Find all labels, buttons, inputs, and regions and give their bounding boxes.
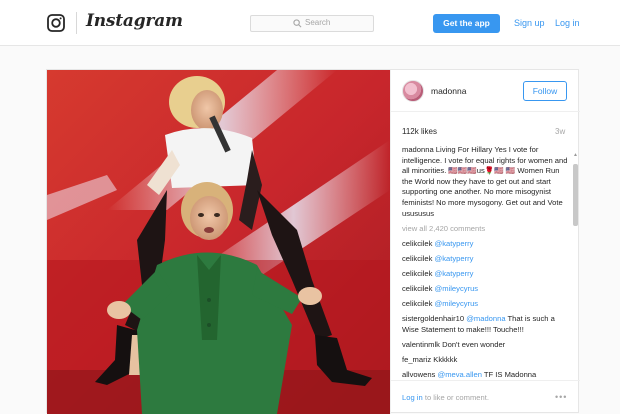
post-footer: Log in to like or comment. ••• [391, 380, 580, 414]
comment-username[interactable]: sistergoldenhair10 [402, 314, 464, 323]
logo-divider [76, 12, 77, 34]
post-photo[interactable] [47, 70, 390, 414]
more-options-icon[interactable]: ••• [555, 392, 567, 402]
list-item: sistergoldenhair10 @madonna That is such… [402, 314, 570, 335]
list-item: fe_mariz Kkkkkk [402, 355, 570, 366]
comment-text: Kkkkkk [433, 355, 458, 364]
comment-username[interactable]: fe_mariz [402, 355, 431, 364]
footer-log-in-link[interactable]: Log in [402, 393, 423, 402]
follow-button[interactable]: Follow [523, 81, 567, 101]
list-item: celikcilek @katyperry [402, 269, 570, 280]
get-the-app-button[interactable]: Get the app [433, 14, 500, 33]
log-in-link[interactable]: Log in [555, 18, 580, 28]
comment-username[interactable]: valentinmlk [402, 340, 440, 349]
likes-count[interactable]: 112k likes [402, 127, 437, 136]
comment-username[interactable]: celikcilek [402, 269, 432, 278]
sign-up-link[interactable]: Sign up [514, 18, 545, 28]
search-placeholder: Search [305, 18, 331, 27]
post-sidebar: madonna Follow 112k likes 3w madonna Liv… [390, 70, 580, 414]
post-caption: madonna Living For Hillary Yes I vote fo… [402, 145, 570, 219]
instagram-wordmark[interactable]: Instagram [86, 11, 183, 31]
comment-mention[interactable]: @meva.allen [437, 370, 481, 379]
comment-text: TF IS Madonna [483, 370, 537, 380]
comment-mention[interactable]: @katyperry [435, 269, 474, 278]
comment-username[interactable]: celikcilek [402, 299, 432, 308]
comment-username[interactable]: celikcilek [402, 239, 432, 248]
post-header: madonna Follow [391, 70, 580, 112]
avatar[interactable] [402, 80, 424, 102]
list-item: celikcilek @mileycyrus [402, 299, 570, 310]
comment-mention[interactable]: @madonna [466, 314, 505, 323]
login-to-comment-text: Log in to like or comment. [402, 393, 489, 402]
post-age[interactable]: 3w [555, 127, 565, 136]
caption-text: Living For Hillary Yes I vote for intell… [402, 145, 568, 218]
search-icon [293, 19, 302, 28]
scroll-up-arrow-icon[interactable]: ▲ [573, 152, 578, 160]
comment-mention[interactable]: @katyperry [435, 239, 474, 248]
instagram-camera-icon[interactable] [47, 14, 65, 32]
comment-mention[interactable]: @mileycyrus [435, 299, 479, 308]
post-username[interactable]: madonna [431, 86, 466, 96]
list-item: celikcilek @katyperry [402, 254, 570, 265]
comment-text: Don't even wonder [442, 339, 506, 349]
comment-username[interactable]: allvowens [402, 370, 435, 379]
comment-username[interactable]: celikcilek [402, 284, 432, 293]
caption-username[interactable]: madonna [402, 145, 434, 154]
footer-rest-text: to like or comment. [424, 393, 489, 402]
comments-scroll-thumb[interactable] [573, 164, 578, 226]
post-photo-image [47, 70, 390, 414]
comment-mention[interactable]: @katyperry [435, 254, 474, 263]
top-navigation-bar: Instagram Search Get the app Sign up Log… [0, 0, 620, 46]
comment-username[interactable]: celikcilek [402, 254, 432, 263]
list-item: valentinmlk Don't even wonder [402, 340, 570, 351]
post-card: madonna Follow 112k likes 3w madonna Liv… [46, 69, 580, 414]
comment-mention[interactable]: @mileycyrus [435, 284, 479, 293]
view-all-comments-link[interactable]: view all 2,420 comments [402, 224, 570, 235]
list-item: celikcilek @mileycyrus [402, 284, 570, 295]
list-item: celikcilek @katyperry [402, 239, 570, 250]
search-input[interactable]: Search [250, 15, 374, 32]
comments-list: madonna Living For Hillary Yes I vote fo… [402, 145, 570, 385]
